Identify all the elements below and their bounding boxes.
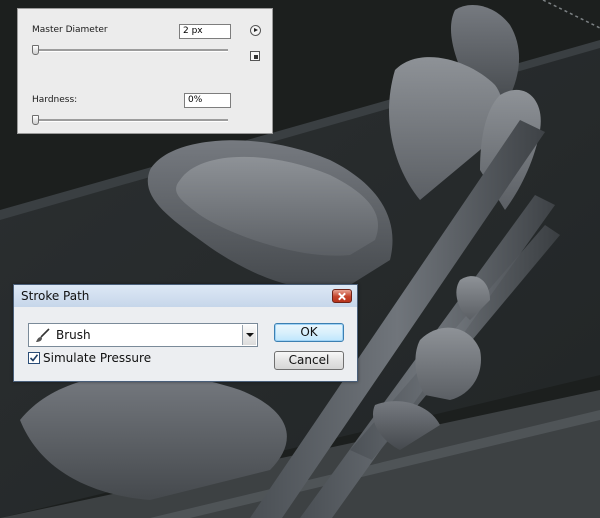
hardness-slider-track[interactable] [34, 119, 228, 122]
simulate-pressure-label[interactable]: Simulate Pressure [43, 351, 151, 365]
brush-icon [36, 328, 50, 342]
hardness-input[interactable]: 0% [184, 93, 231, 108]
master-diameter-label: Master Diameter [32, 25, 108, 35]
hardness-label: Hardness: [32, 95, 78, 105]
chevron-down-icon[interactable] [242, 325, 256, 345]
tool-select-value: Brush [56, 328, 91, 342]
hardness-slider-thumb[interactable] [32, 115, 39, 125]
master-diameter-slider-track[interactable] [34, 49, 228, 52]
master-diameter-input[interactable]: 2 px [179, 24, 231, 39]
create-preset-icon[interactable] [250, 51, 260, 61]
cancel-button[interactable]: Cancel [274, 351, 344, 370]
ok-button[interactable]: OK [274, 323, 344, 342]
master-diameter-slider-thumb[interactable] [32, 45, 39, 55]
brush-options-panel: Master Diameter 2 px Hardness: 0% [17, 8, 273, 134]
dialog-title: Stroke Path [21, 289, 90, 303]
brush-menu-icon[interactable] [250, 25, 261, 36]
checkmark-icon [29, 354, 39, 362]
simulate-pressure-checkbox[interactable] [28, 352, 40, 364]
dialog-body: Brush Simulate Pressure OK Cancel [15, 307, 356, 380]
close-icon[interactable] [332, 289, 352, 303]
tool-select[interactable]: Brush [28, 323, 258, 347]
stroke-path-dialog: Stroke Path Brush Simulate Pressure OK C… [13, 284, 358, 382]
